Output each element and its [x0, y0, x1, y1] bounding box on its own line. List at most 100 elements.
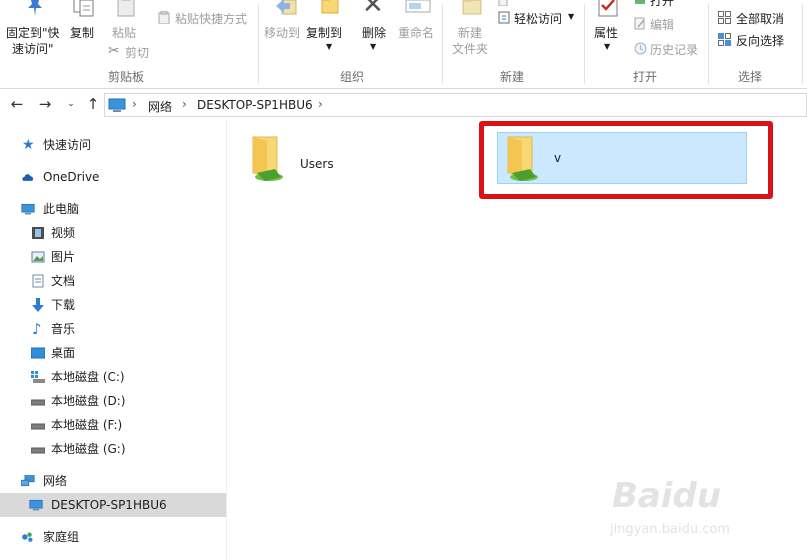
- hard-drive-icon: [31, 447, 45, 454]
- ribbon-separator: [802, 4, 803, 84]
- ribbon-separator: [708, 4, 709, 84]
- sidebar-item-label: 快速访问: [43, 138, 92, 152]
- up-arrow-icon[interactable]: ↑: [84, 95, 102, 113]
- sidebar-item-drive-f[interactable]: 本地磁盘 (F:): [0, 413, 226, 437]
- select-none-label: 全部取消: [736, 12, 785, 26]
- move-to-icon: [276, 0, 297, 15]
- new-folder-label-line2: 文件夹: [452, 42, 489, 56]
- select-none-icon: [718, 11, 731, 24]
- clipboard-group-label: 剪贴板: [108, 70, 145, 84]
- chevron-down-icon: ▼: [568, 12, 575, 21]
- recent-locations-chevron-icon[interactable]: ⌄: [62, 95, 80, 113]
- ribbon-separator: [584, 4, 585, 84]
- history-label: 历史记录: [650, 43, 699, 57]
- pin-icon: [28, 0, 42, 16]
- copy-to-button[interactable]: 复制到 ▼: [306, 0, 356, 60]
- sidebar-item-label: 桌面: [51, 346, 76, 360]
- ribbon-separator: [258, 4, 259, 84]
- navigation-pane: ★ 快速访问 OneDrive 此电脑 视频 图片 文档 下载 ♪ 音乐 桌面 …: [0, 121, 227, 560]
- computer-icon: [21, 203, 35, 215]
- sidebar-item-desktop-sp1hbu6[interactable]: DESKTOP-SP1HBU6: [0, 493, 226, 517]
- new-folder-label-line1: 新建: [458, 26, 483, 40]
- sidebar-item-music[interactable]: ♪ 音乐: [0, 317, 226, 341]
- ribbon-separator: [442, 4, 443, 84]
- copy-label: 复制: [70, 26, 95, 40]
- baidu-watermark: Baidu jingyan.baidu.com: [592, 472, 792, 552]
- sidebar-item-quick-access[interactable]: ★ 快速访问: [0, 133, 226, 157]
- clipboard-group: 固定到"快 速访问" 复制 粘贴 粘贴快捷方式 ✂ 剪切 剪贴板: [0, 0, 255, 88]
- breadcrumb-desktop[interactable]: DESKTOP-SP1HBU6: [197, 98, 313, 112]
- download-arrow-icon: [32, 298, 44, 312]
- new-folder-button[interactable]: 新建 文件夹: [450, 0, 494, 60]
- star-icon: ★: [22, 137, 35, 153]
- sidebar-item-downloads[interactable]: 下载: [0, 293, 226, 317]
- new-folder-icon: [462, 0, 482, 15]
- pin-label-line2: 速访问": [12, 42, 54, 56]
- sidebar-item-drive-g[interactable]: 本地磁盘 (G:): [0, 437, 226, 461]
- sidebar-item-label: 家庭组: [43, 530, 80, 544]
- select-group-label: 选择: [738, 70, 763, 84]
- breadcrumb-network[interactable]: 网络: [148, 98, 172, 115]
- new-item-button[interactable]: [498, 0, 508, 6]
- select-all-button[interactable]: [718, 0, 730, 2]
- new-group-label: 新建: [500, 70, 525, 84]
- chevron-down-icon: ▼: [604, 42, 611, 51]
- music-note-icon: ♪: [32, 320, 42, 338]
- cloud-icon: [22, 174, 34, 181]
- copy-button[interactable]: 复制: [66, 0, 100, 60]
- watermark-url: jingyan.baidu.com: [610, 522, 730, 537]
- sidebar-item-onedrive[interactable]: OneDrive: [0, 165, 226, 189]
- sidebar-item-label: 本地磁盘 (C:): [51, 370, 125, 384]
- sidebar-item-label: 视频: [51, 226, 76, 240]
- delete-button[interactable]: ✕ 删除 ▼: [360, 0, 394, 60]
- sidebar-item-label: 文档: [51, 274, 76, 288]
- address-bar[interactable]: › 网络 › DESKTOP-SP1HBU6 ›: [104, 93, 807, 117]
- watermark-brand: Baidu: [612, 476, 722, 516]
- properties-button[interactable]: 属性 ▼: [592, 0, 626, 60]
- highlight-annotation-box: [479, 121, 773, 199]
- breadcrumb-separator-icon[interactable]: ›: [132, 97, 137, 111]
- pin-quick-access-button[interactable]: 固定到"快 速访问": [4, 0, 62, 60]
- sidebar-item-drive-d[interactable]: 本地磁盘 (D:): [0, 389, 226, 413]
- navigation-bar: ← → ⌄ ↑ › 网络 › DESKTOP-SP1HBU6 ›: [0, 89, 807, 121]
- list-item[interactable]: Users: [241, 129, 461, 189]
- delete-label: 删除: [362, 26, 387, 40]
- homegroup-icon: [22, 532, 33, 542]
- sidebar-item-drive-c[interactable]: 本地磁盘 (C:): [0, 365, 226, 389]
- paste-label: 粘贴: [112, 26, 137, 40]
- sidebar-item-desktop[interactable]: 桌面: [0, 341, 226, 365]
- desktop-icon: [31, 347, 45, 359]
- sidebar-item-label: 图片: [51, 250, 76, 264]
- move-to-button[interactable]: 移动到: [264, 0, 306, 60]
- sidebar-item-this-pc[interactable]: 此电脑: [0, 197, 226, 221]
- sidebar-item-label: 下载: [51, 298, 76, 312]
- back-arrow-icon[interactable]: ←: [8, 95, 26, 113]
- breadcrumb-separator-icon[interactable]: ›: [182, 97, 187, 111]
- rename-button[interactable]: 重命名: [398, 0, 440, 60]
- new-group: 新建 文件夹 轻松访问 ▼ 新建: [444, 0, 584, 88]
- sidebar-item-documents[interactable]: 文档: [0, 269, 226, 293]
- chevron-down-icon: ▼: [326, 42, 333, 51]
- sidebar-item-videos[interactable]: 视频: [0, 221, 226, 245]
- sidebar-item-label: 音乐: [51, 322, 76, 336]
- shared-folder-icon: [252, 136, 283, 181]
- select-group: 全部取消 反向选择 选择: [710, 0, 807, 88]
- copy-to-label: 复制到: [306, 26, 343, 40]
- breadcrumb-separator-icon[interactable]: ›: [318, 97, 323, 111]
- history-icon: [634, 42, 647, 55]
- system-drive-icon: [31, 371, 45, 383]
- new-item-icon: [498, 0, 508, 6]
- delete-x-icon: ✕: [362, 0, 384, 20]
- invert-selection-icon: [718, 33, 731, 46]
- forward-arrow-icon[interactable]: →: [36, 95, 54, 113]
- sidebar-item-homegroup[interactable]: 家庭组: [0, 525, 226, 549]
- edit-label: 编辑: [650, 18, 675, 32]
- sidebar-item-network[interactable]: 网络: [0, 469, 226, 493]
- ribbon: 固定到"快 速访问" 复制 粘贴 粘贴快捷方式 ✂ 剪切 剪贴板 移动到 复制到…: [0, 0, 807, 89]
- item-name: Users: [300, 157, 334, 171]
- paste-icon: [117, 0, 135, 17]
- open-group: 属性 ▼ 打开 编辑 历史记录 打开: [586, 0, 708, 88]
- sidebar-item-pictures[interactable]: 图片: [0, 245, 226, 269]
- sidebar-item-label: 本地磁盘 (F:): [51, 418, 123, 432]
- computer-icon: [29, 499, 43, 511]
